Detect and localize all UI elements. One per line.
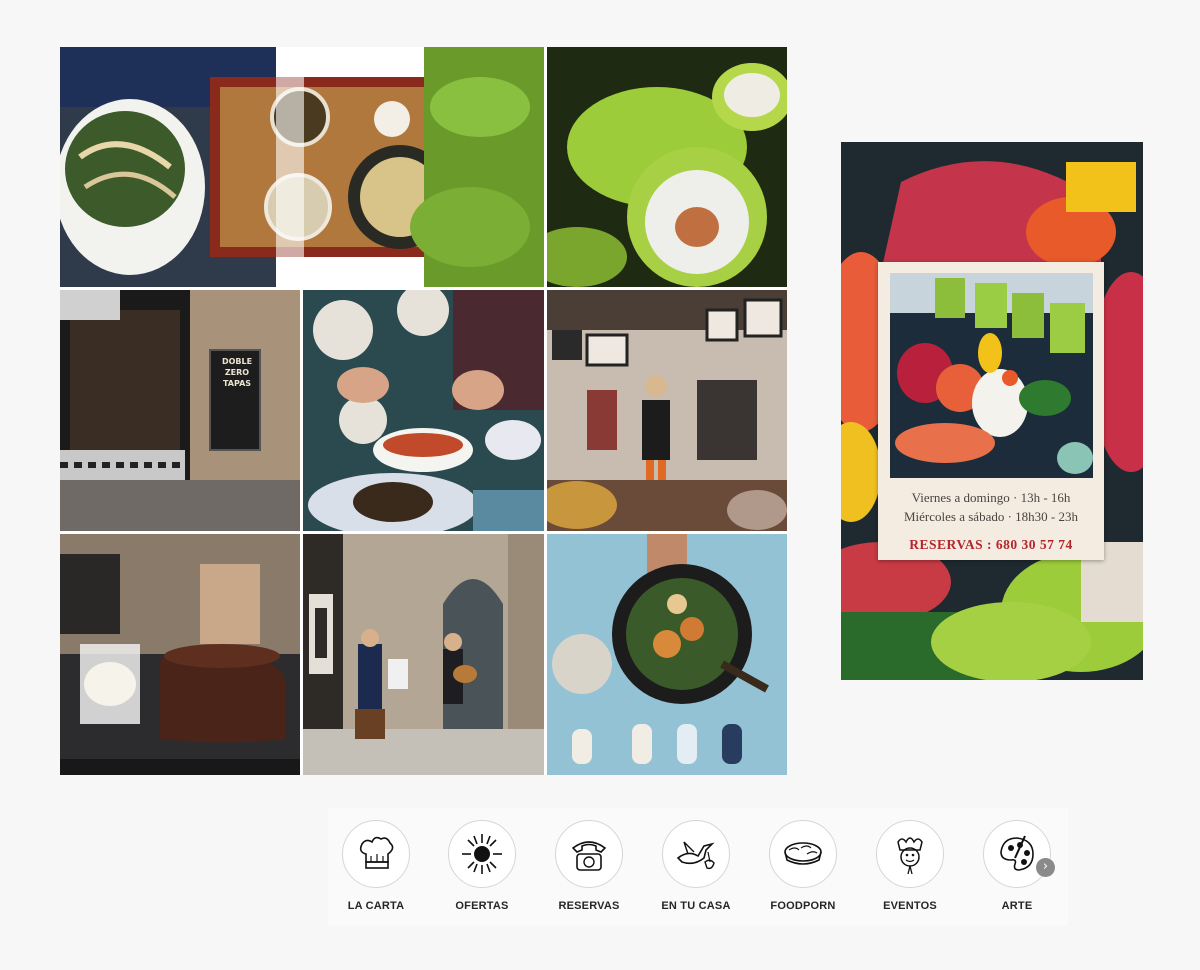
sushi-roll-icon (784, 842, 822, 865)
photo-grid: DOBLE ZERO TAPAS (60, 47, 787, 775)
highlight-la-carta[interactable]: LA CARTA (326, 808, 426, 912)
photo-street-musicians[interactable] (303, 534, 544, 775)
palette-icon (1000, 835, 1034, 871)
promo-sushi-photo (890, 273, 1093, 478)
photo-restaurant-entrance[interactable]: DOBLE ZERO TAPAS (60, 290, 300, 531)
highlight-ring[interactable] (342, 820, 410, 888)
reservations-phone[interactable]: RESERVAS : 680 30 57 74 (878, 537, 1104, 553)
highlight-ring[interactable] (983, 820, 1051, 888)
highlight-label: OFERTAS (455, 900, 509, 912)
jester-mask-icon (897, 837, 923, 875)
highlight-foodporn[interactable]: FOODPORN (753, 808, 853, 912)
highlight-ofertas[interactable]: OFERTAS (432, 808, 532, 912)
highlight-label: EN TU CASA (661, 900, 731, 912)
highlight-eventos[interactable]: EVENTOS (860, 808, 960, 912)
photo-chocolate-cake[interactable] (60, 534, 300, 775)
photo-woman-eating[interactable] (303, 290, 544, 531)
highlight-ring[interactable] (662, 820, 730, 888)
highlight-ring[interactable] (448, 820, 516, 888)
highlight-en-tu-casa[interactable]: EN TU CASA (646, 808, 746, 912)
featured-sushi-card[interactable]: Viernes a domingo · 13h - 16h Miércoles … (841, 142, 1143, 680)
next-highlights-button[interactable]: › (1036, 858, 1055, 877)
photo-shop-interior[interactable] (547, 290, 787, 531)
highlight-label: RESERVAS (558, 900, 620, 912)
highlight-ring[interactable] (876, 820, 944, 888)
highlight-label: FOODPORN (770, 900, 836, 912)
opening-hours: Viernes a domingo · 13h - 16h Miércoles … (878, 488, 1104, 526)
story-highlights: LA CARTA OFERTAS RESERVAS EN TU CASA FOO… (328, 808, 1068, 926)
photo-noodle-bowl[interactable] (547, 534, 787, 775)
hours-line-weekend: Viernes a domingo · 13h - 16h (911, 490, 1071, 505)
highlight-label: EVENTOS (883, 900, 937, 912)
sun-icon (462, 834, 502, 874)
highlight-label: LA CARTA (347, 900, 405, 912)
telephone-icon (571, 841, 607, 871)
hours-line-weekday: Miércoles a sábado · 18h30 - 23h (903, 509, 1078, 524)
highlight-label: ARTE (1001, 900, 1033, 912)
promo-panel: Viernes a domingo · 13h - 16h Miércoles … (878, 262, 1104, 560)
tapas-sign: DOBLE ZERO TAPAS (221, 357, 253, 388)
photo-maki-rolls[interactable] (547, 47, 787, 287)
stork-delivery-icon (676, 841, 715, 870)
photo-soup-bowls[interactable] (60, 47, 544, 287)
highlight-reservas[interactable]: RESERVAS (539, 808, 639, 912)
highlight-ring[interactable] (769, 820, 837, 888)
highlight-ring[interactable] (555, 820, 623, 888)
chef-hat-icon (359, 836, 394, 869)
